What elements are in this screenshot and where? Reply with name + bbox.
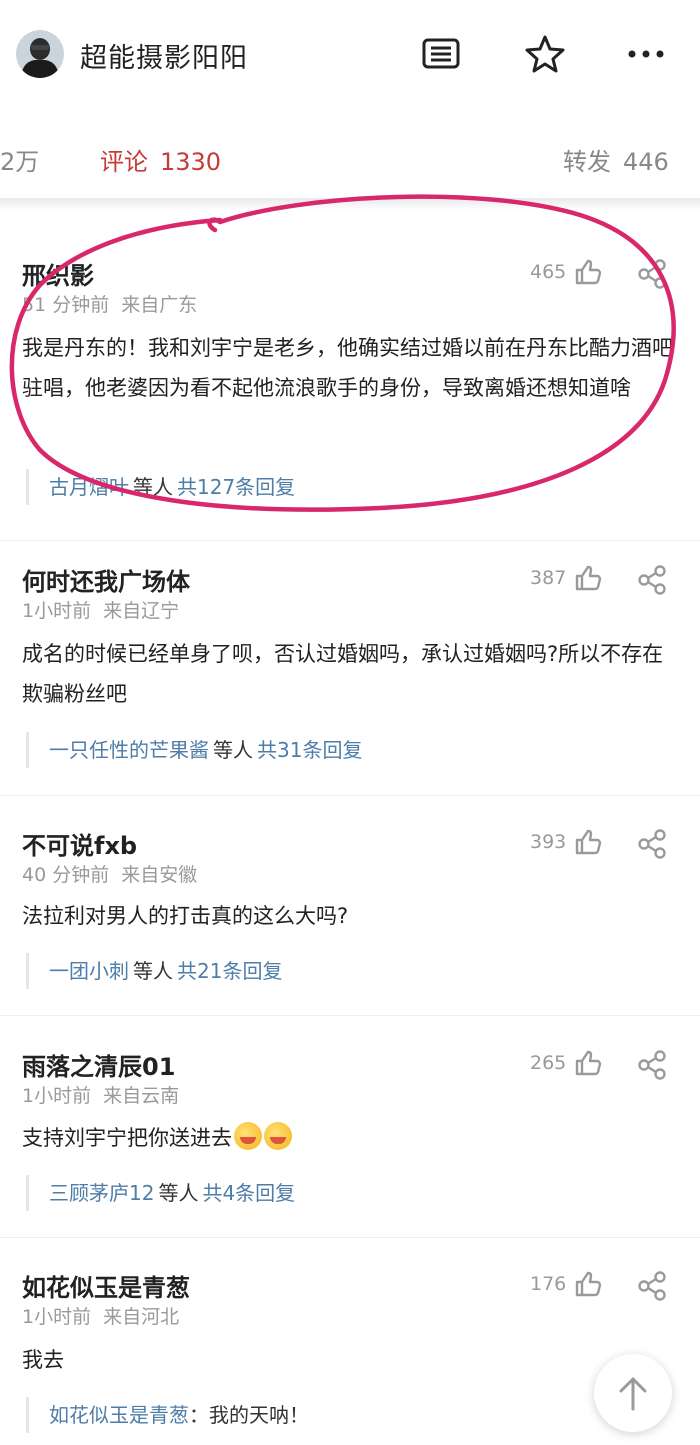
comment-location: 来自河北 <box>103 1306 180 1328</box>
reply-etc: 等人 <box>158 1181 199 1205</box>
arrow-up-icon <box>619 1377 647 1411</box>
like-count: 265 <box>530 1052 567 1074</box>
share-icon[interactable] <box>636 828 668 864</box>
reply-user[interactable]: 如花似玉是青葱 <box>49 1403 189 1427</box>
reply-sep: ： <box>189 1403 209 1427</box>
tab-shadow <box>0 198 700 210</box>
reply-user[interactable]: 三顾茅庐12 <box>49 1181 154 1205</box>
scroll-to-top-button[interactable] <box>594 1354 672 1432</box>
comment-text: 法拉利对男人的打击真的这么大吗? <box>22 904 349 928</box>
comment-text-body: 支持刘宇宁把你送进去 <box>22 1126 232 1150</box>
thumbs-up-icon <box>576 1271 602 1297</box>
comment-replies[interactable]: 一只任性的芒果酱 等人 共31条回复 <box>26 732 362 768</box>
comment-meta: 1小时前 来自云南 <box>22 1081 179 1108</box>
comment-time: 40 分钟前 <box>22 864 110 886</box>
menu-card-icon[interactable] <box>421 34 461 74</box>
comment-meta: 51 分钟前 来自广东 <box>22 290 197 317</box>
share-icon[interactable] <box>636 564 668 600</box>
comment-meta: 1小时前 来自辽宁 <box>22 596 179 623</box>
divider <box>0 1237 700 1238</box>
like-button[interactable]: 176 <box>530 1270 602 1298</box>
tab-reposts-count: 446 <box>623 148 669 176</box>
reply-etc: 等人 <box>133 959 173 983</box>
reply-total[interactable]: 共127条回复 <box>177 475 295 499</box>
like-count: 393 <box>530 831 567 853</box>
comment-author[interactable]: 不可说fxb <box>22 826 137 861</box>
like-count: 176 <box>530 1273 567 1295</box>
tab-comments-label: 评论 <box>100 148 148 176</box>
comment-meta: 1小时前 来自河北 <box>22 1302 179 1329</box>
like-button[interactable]: 387 <box>530 564 602 592</box>
share-icon[interactable] <box>636 1049 668 1085</box>
page-title: 超能摄影阳阳 <box>80 43 248 74</box>
like-button[interactable]: 393 <box>530 828 602 856</box>
comment-text: 我是丹东的！我和刘宇宁是老乡，他确实结过婚以前在丹东比酷力酒吧驻唱，他老婆因为看… <box>22 336 673 400</box>
comment-replies[interactable]: 一团小刺 等人 共21条回复 <box>26 953 282 989</box>
thumbs-up-icon <box>576 259 602 285</box>
comment-meta: 40 分钟前 来自安徽 <box>22 860 197 887</box>
reply-text: 我的天呐！ <box>209 1403 309 1427</box>
comment-text: 成名的时候已经单身了呗，否认过婚姻吗，承认过婚姻吗?所以不存在欺骗粉丝吧 <box>22 642 664 706</box>
tab-reposts[interactable]: 转发 446 <box>563 142 669 177</box>
tab-comments[interactable]: 评论 1330 <box>100 142 221 177</box>
comment-replies[interactable]: 如花似玉是青葱：我的天呐！ <box>26 1397 309 1433</box>
like-count: 387 <box>530 567 567 589</box>
comment-author[interactable]: 邢织影 <box>22 256 94 291</box>
comment-replies[interactable]: 古月熠叶 等人 共127条回复 <box>26 469 295 505</box>
comment-location: 来自云南 <box>103 1085 180 1107</box>
avatar[interactable] <box>16 30 64 78</box>
comment-author[interactable]: 何时还我广场体 <box>22 562 190 597</box>
comment-time: 1小时前 <box>22 1306 92 1328</box>
reply-user[interactable]: 古月熠叶 <box>49 475 129 499</box>
like-button[interactable]: 265 <box>530 1049 602 1077</box>
divider <box>0 795 700 796</box>
tab-bar: 2万 评论 1330 转发 446 <box>0 108 700 203</box>
thumbs-up-icon <box>576 565 602 591</box>
tab-likes-partial[interactable]: 2万 <box>0 142 39 177</box>
comment-location: 来自辽宁 <box>103 600 180 622</box>
comment-location: 来自广东 <box>121 294 198 316</box>
divider <box>0 540 700 541</box>
thumbs-up-icon <box>576 1050 602 1076</box>
comment-author[interactable]: 雨落之清辰01 <box>22 1047 175 1082</box>
share-icon[interactable] <box>636 1270 668 1306</box>
yummy-face-emoji-icon <box>234 1122 262 1150</box>
more-icon[interactable] <box>626 34 666 74</box>
star-icon[interactable] <box>525 34 565 74</box>
reply-total[interactable]: 共21条回复 <box>177 959 282 983</box>
divider <box>0 1015 700 1016</box>
like-button[interactable]: 465 <box>530 258 602 286</box>
reply-total[interactable]: 共4条回复 <box>202 1181 295 1205</box>
tab-reposts-label: 转发 <box>563 148 611 176</box>
top-bar: 超能摄影阳阳 <box>0 0 700 108</box>
comment-author[interactable]: 如花似玉是青葱 <box>22 1268 190 1303</box>
like-count: 465 <box>530 261 567 283</box>
share-icon[interactable] <box>636 258 668 294</box>
reply-total[interactable]: 共31条回复 <box>257 738 362 762</box>
comment-text: 支持刘宇宁把你送进去 <box>22 1118 682 1158</box>
reply-etc: 等人 <box>213 738 253 762</box>
reply-user[interactable]: 一只任性的芒果酱 <box>49 738 209 762</box>
comment-time: 1小时前 <box>22 1085 92 1107</box>
comment-time: 51 分钟前 <box>22 294 110 316</box>
comment-location: 来自安徽 <box>121 864 198 886</box>
comment-replies[interactable]: 三顾茅庐12 等人 共4条回复 <box>26 1175 295 1211</box>
tab-comments-count: 1330 <box>160 148 222 176</box>
yummy-face-emoji-icon <box>264 1122 292 1150</box>
comment-time: 1小时前 <box>22 600 92 622</box>
reply-etc: 等人 <box>133 475 173 499</box>
thumbs-up-icon <box>576 829 602 855</box>
reply-user[interactable]: 一团小刺 <box>49 959 129 983</box>
comment-text: 我去 <box>22 1348 64 1372</box>
